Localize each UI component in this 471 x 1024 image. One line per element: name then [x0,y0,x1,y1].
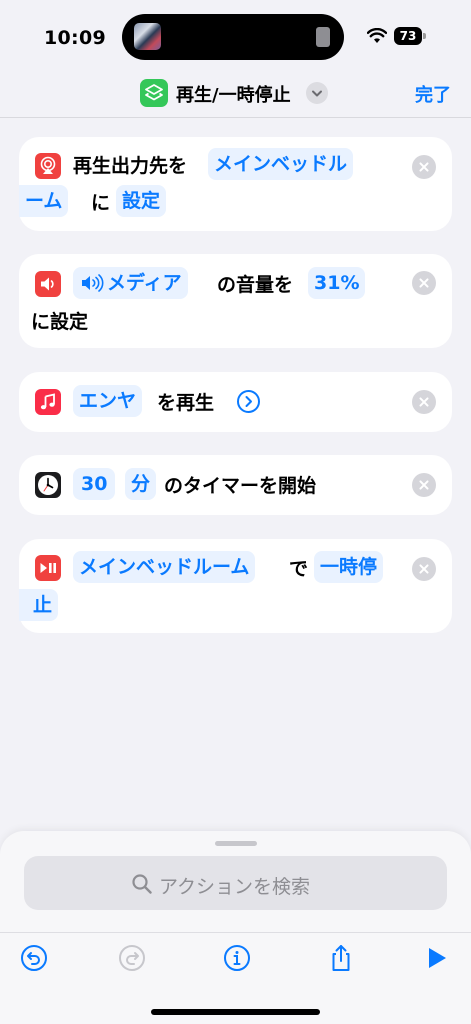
audio-waveform-icon [316,27,330,47]
undo-icon[interactable] [19,943,49,973]
status-time: 10:09 [44,27,106,49]
action-card-airplay[interactable]: 再生出力先を メインベッドル ーム に 設定 [19,137,452,231]
divider [0,932,471,933]
token-timer-unit[interactable]: 分 [125,468,157,500]
search-placeholder: アクションを検索 [159,876,311,898]
token-pause[interactable]: 一時停 [314,551,384,583]
chevron-right-circle-icon[interactable] [236,389,261,414]
music-note-icon [35,389,61,415]
shortcut-title[interactable]: 再生/一時停止 [176,81,291,107]
action-text: 再生出力先を [73,155,188,177]
action-text: を再生 [157,392,215,414]
nav-bar: 再生/一時停止 完了 [0,70,471,118]
speaker-icon [35,271,61,297]
search-input[interactable]: アクションを検索 [24,856,447,910]
now-playing-artwork [134,23,161,50]
token-device[interactable]: メインベッドルーム [73,551,256,583]
token-music[interactable]: エンヤ [73,385,143,417]
share-icon[interactable] [326,943,356,973]
info-icon[interactable] [222,943,252,973]
search-icon [132,874,152,894]
clock-icon [35,472,61,498]
sheet-grabber[interactable] [215,841,257,846]
action-card-volume[interactable]: メディア の音量を 31% に設定 [19,254,452,348]
done-button[interactable]: 完了 [415,81,451,107]
action-card-play-music[interactable]: エンヤ を再生 [19,372,452,432]
remove-action-button[interactable] [412,155,436,179]
remove-action-button[interactable] [412,557,436,581]
status-bar: 10:09 73 [0,0,471,70]
action-text: に [91,192,111,214]
dynamic-island[interactable] [122,14,344,60]
token-volume-percent[interactable]: 31% [308,267,366,299]
wifi-icon [367,28,387,43]
token-timer-amount[interactable]: 30 [73,468,116,500]
redo-icon[interactable] [117,943,147,973]
action-card-timer[interactable]: 30 分 のタイマーを開始 [19,455,452,515]
play-icon[interactable] [422,943,452,973]
token-set[interactable]: 設定 [116,185,167,217]
home-indicator[interactable] [151,1009,320,1015]
battery-icon: 73 [394,27,426,45]
token-output-device-cont[interactable]: ーム [19,185,69,217]
action-text: の音量を [217,274,294,296]
battery-level: 73 [394,27,422,45]
token-output-device[interactable]: メインベッドル [208,148,354,180]
token-pause-cont[interactable]: 止 [19,589,59,621]
shortcuts-layers-icon[interactable] [140,79,168,107]
remove-action-button[interactable] [412,271,436,295]
action-text: で [289,558,309,580]
remove-action-button[interactable] [412,473,436,497]
speaker-wave-icon [82,274,104,292]
action-card-pause[interactable]: メインベッドルーム で 一時停 止 [19,539,452,633]
action-search-sheet: アクションを検索 [0,831,471,1024]
action-text: に設定 [31,311,89,333]
play-pause-icon [35,555,61,581]
chevron-down-icon[interactable] [306,82,328,104]
action-text: のタイマーを開始 [164,475,317,497]
token-media-label: メディア [107,272,182,294]
token-media[interactable]: メディア [73,267,188,299]
airplay-icon [35,153,61,179]
remove-action-button[interactable] [412,390,436,414]
